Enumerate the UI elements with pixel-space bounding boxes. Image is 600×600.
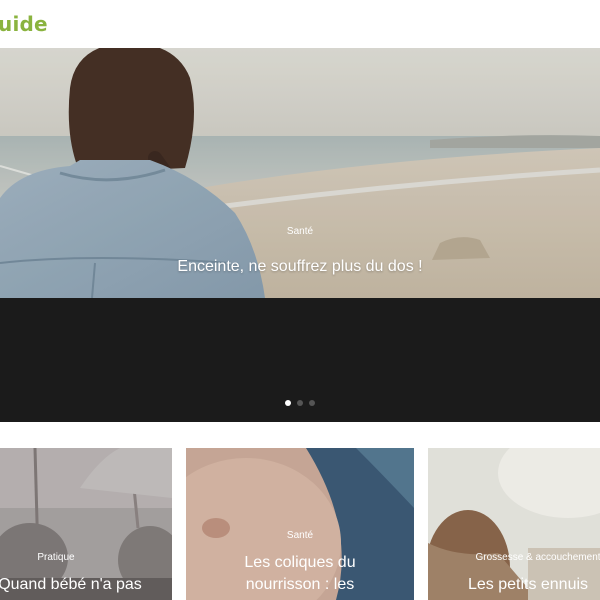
slider-dot-3[interactable] — [309, 400, 315, 406]
slider-dot-1[interactable] — [285, 400, 291, 406]
hero-title[interactable]: Enceinte, ne souffrez plus du dos ! — [0, 258, 600, 276]
slider-caption-area — [0, 298, 600, 422]
slider-pagination — [285, 400, 315, 406]
hero-category[interactable]: Santé — [0, 226, 600, 237]
card-3-title[interactable]: Les petits ennuis — [428, 574, 600, 596]
hero-slide[interactable]: Santé Enceinte, ne souffrez plus du dos … — [0, 48, 600, 298]
slider-dot-2[interactable] — [297, 400, 303, 406]
article-card-2[interactable]: Santé Les coliques du nourrisson : les — [186, 448, 414, 600]
article-card-3[interactable]: Grossesse & accouchement Les petits ennu… — [428, 448, 600, 600]
card-2-title-line-2[interactable]: nourrisson : les — [186, 574, 414, 596]
article-card-1[interactable]: Pratique Quand bébé n'a pas — [0, 448, 172, 600]
card-1-category[interactable]: Pratique — [0, 552, 114, 563]
card-2-category[interactable]: Santé — [186, 530, 414, 541]
site-logo[interactable]: uide — [0, 12, 48, 36]
card-1-title[interactable]: Quand bébé n'a pas — [0, 574, 170, 596]
card-2-title-line-1[interactable]: Les coliques du — [186, 552, 414, 574]
site-header: uide — [0, 0, 600, 48]
card-3-category[interactable]: Grossesse & accouchement — [438, 552, 600, 563]
